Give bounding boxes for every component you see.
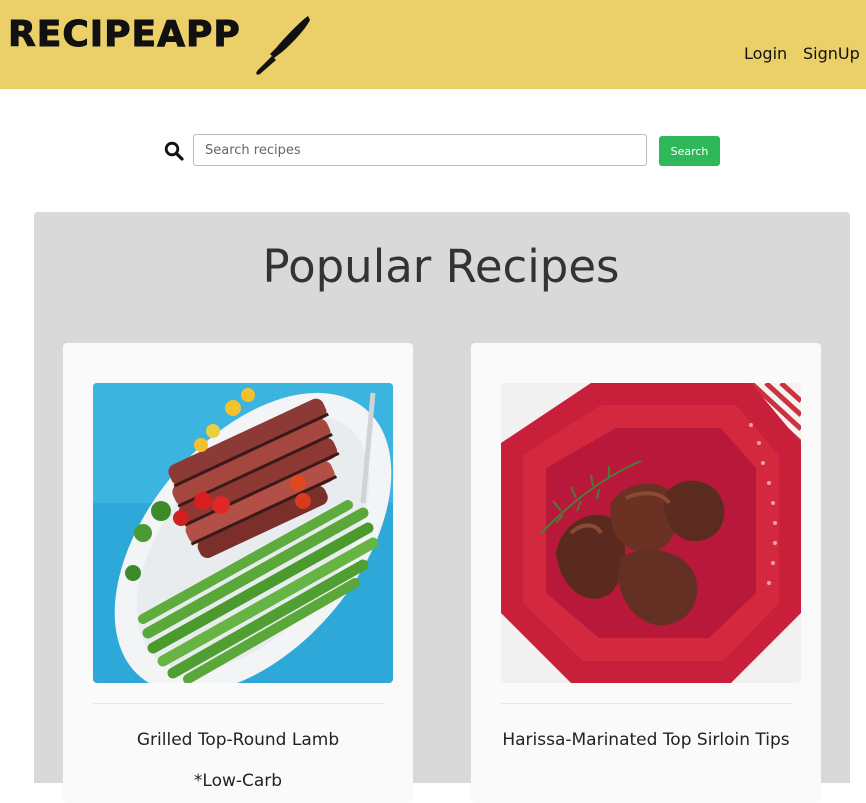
search-icon (164, 141, 184, 161)
recipe-image[interactable] (93, 383, 393, 683)
search-button[interactable]: Search (659, 136, 720, 166)
popular-recipes-title: Popular Recipes (262, 240, 620, 293)
login-link[interactable]: Login (744, 44, 787, 63)
card-divider (501, 703, 791, 704)
recipe-tag: *Low-Carb (193, 771, 283, 791)
recipe-image[interactable] (501, 383, 801, 683)
brand-logo-text[interactable]: RecipeApp (8, 14, 241, 56)
card-divider (93, 703, 383, 704)
recipe-card[interactable]: Harissa-Marinated Top Sirloin Tips (471, 343, 821, 803)
navbar: RecipeApp Login SignUp (0, 0, 866, 89)
recipe-title[interactable]: Grilled Top-Round Lamb (83, 726, 393, 754)
signup-link[interactable]: SignUp (803, 44, 860, 63)
recipe-title[interactable]: Harissa-Marinated Top Sirloin Tips (491, 726, 801, 754)
search-input[interactable] (193, 134, 647, 166)
recipe-card[interactable]: Grilled Top-Round Lamb *Low-Carb (63, 343, 413, 803)
knife-icon (256, 16, 310, 75)
